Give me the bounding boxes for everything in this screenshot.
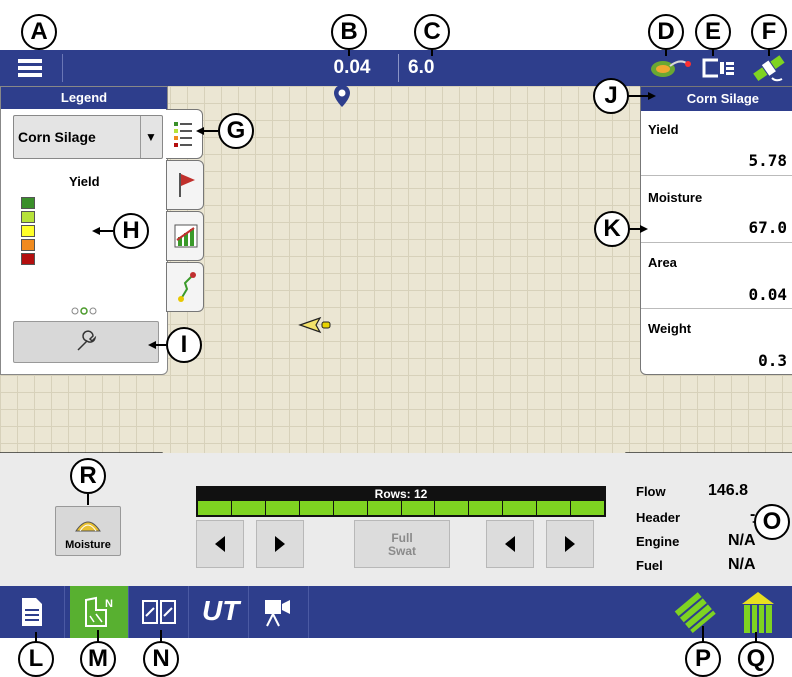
callout-j: J — [593, 78, 629, 114]
callout-g: G — [218, 113, 254, 149]
callout-a: A — [21, 14, 57, 50]
callout-m: M — [80, 641, 116, 677]
callout-c: C — [414, 14, 450, 50]
callout-r: R — [70, 458, 106, 494]
callout-d: D — [648, 14, 684, 50]
callout-f: F — [751, 14, 787, 50]
callout-e: E — [695, 14, 731, 50]
callout-i: I — [166, 327, 202, 363]
callout-o: O — [754, 504, 790, 540]
callout-h: H — [113, 213, 149, 249]
callout-q: Q — [738, 641, 774, 677]
callout-n: N — [143, 641, 179, 677]
callout-p: P — [685, 641, 721, 677]
callout-b: B — [331, 14, 367, 50]
callout-l: L — [18, 641, 54, 677]
callout-k: K — [594, 211, 630, 247]
callout-leaders — [35, 48, 770, 643]
